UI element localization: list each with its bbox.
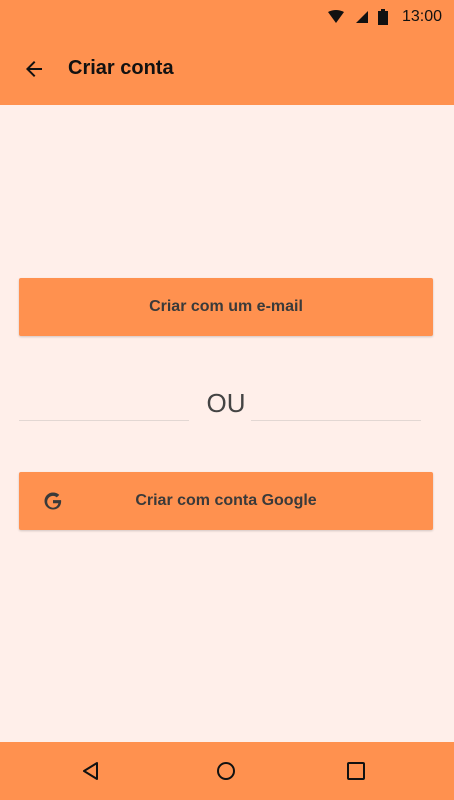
nav-home-button[interactable] [211,756,241,786]
or-label: OU [206,388,246,418]
create-with-email-label: Criar com um e-mail [149,298,303,315]
wifi-icon [327,9,344,23]
status-time: 13:00 [401,7,442,25]
or-divider: OU [19,386,433,422]
create-with-google-label: Criar com conta Google [135,492,317,509]
page-title: Criar conta [68,57,174,79]
create-with-google-button[interactable]: Criar com conta Google [19,472,433,530]
create-with-email-button[interactable]: Criar com um e-mail [19,278,433,336]
arrow-left-icon [26,61,42,77]
back-button[interactable] [14,49,54,89]
triangle-back-icon [83,762,98,780]
system-nav-bar [0,742,454,800]
status-bar: 13:00 [0,0,454,33]
nav-back-button[interactable] [76,756,106,786]
square-recents-icon [347,762,365,780]
circle-home-icon [217,762,235,780]
nav-recents-button[interactable] [341,756,371,786]
google-g-icon [44,492,63,510]
divider-line-left [19,420,189,421]
battery-icon [377,8,388,25]
app-bar: Criar conta [0,33,454,105]
signal-icon [355,10,368,23]
divider-line-right [251,420,421,421]
status-icons: 13:00 [327,0,442,33]
